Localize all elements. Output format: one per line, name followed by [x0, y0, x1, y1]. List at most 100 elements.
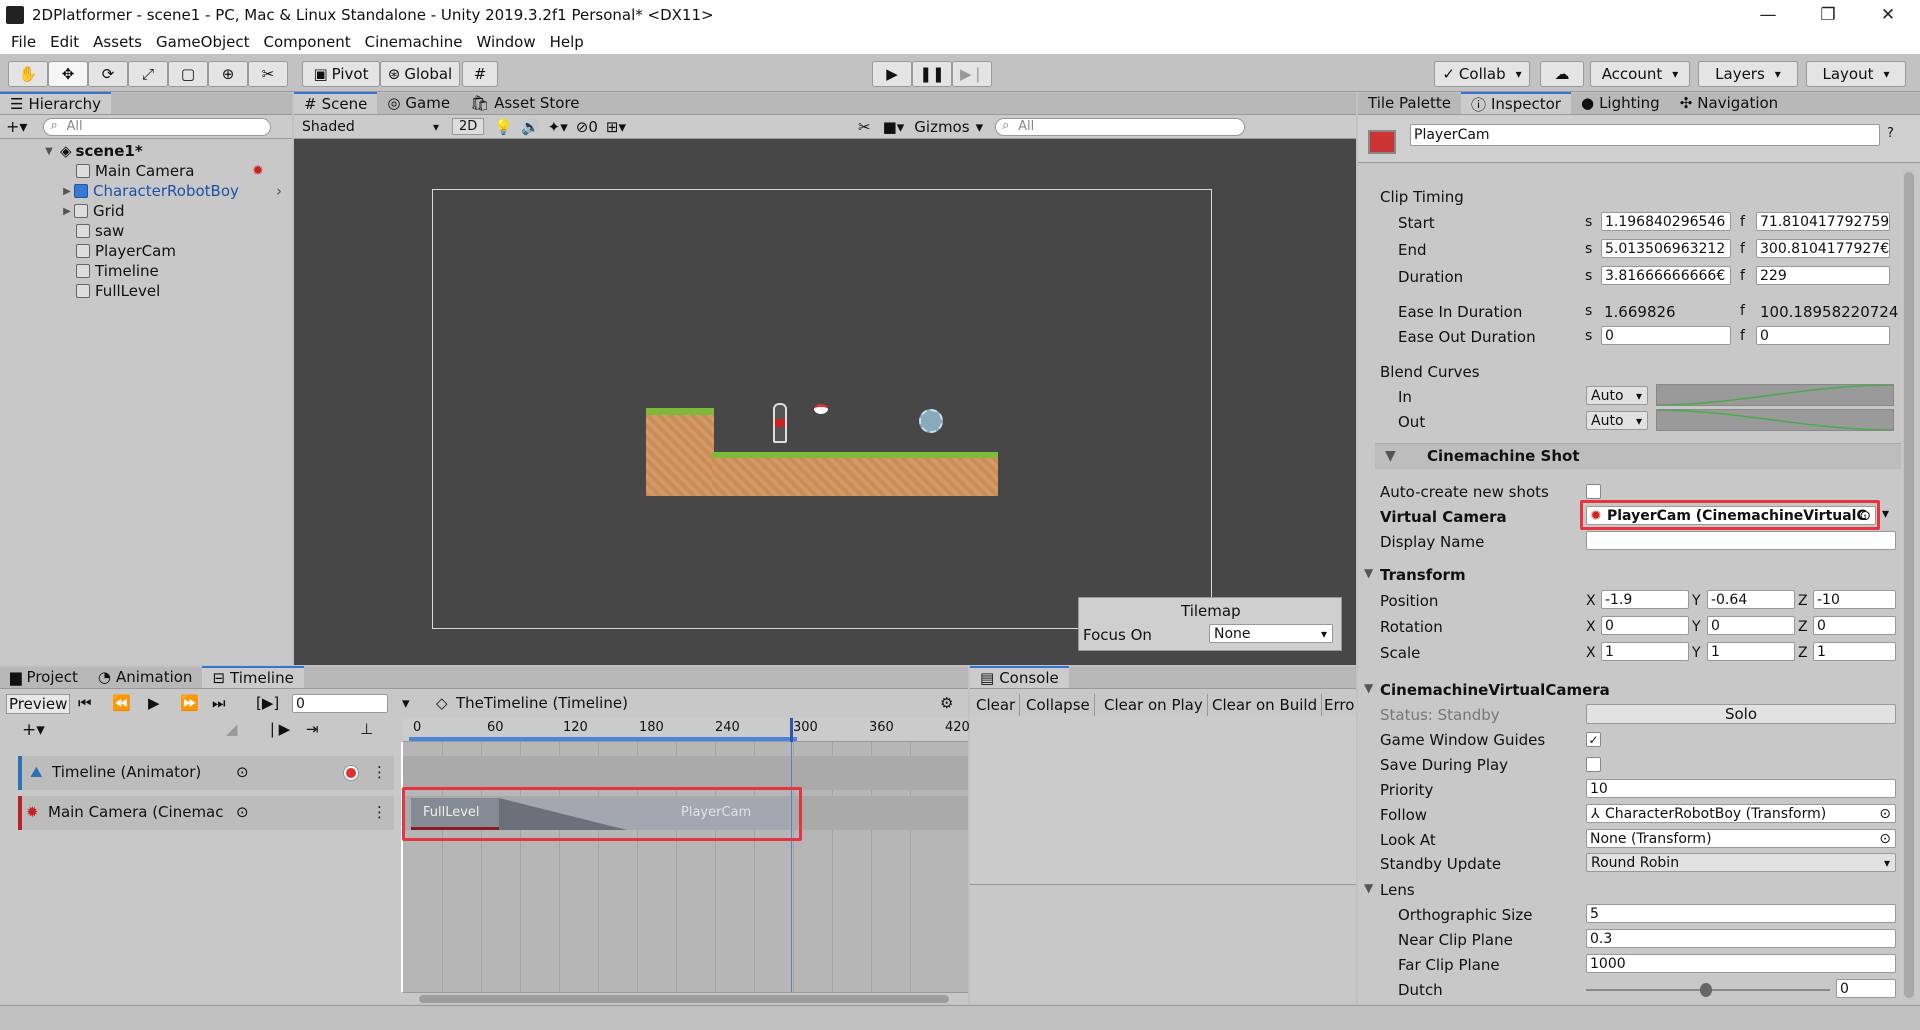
chevron-down-icon[interactable]: ▾: [976, 118, 984, 136]
account-button[interactable]: Account: [1590, 61, 1690, 87]
last-frame-icon[interactable]: ⏭: [212, 694, 226, 712]
chevron-right-icon[interactable]: ›: [276, 182, 282, 200]
play-timeline-icon[interactable]: ▶: [148, 694, 160, 712]
ease-out-frames-field[interactable]: 0: [1756, 326, 1890, 345]
console-log[interactable]: [970, 715, 1356, 885]
track-main-camera[interactable]: ✹ Main Camera (Cinemac ⊙ ⋮: [18, 796, 394, 830]
chevron-down-icon[interactable]: ▾: [1882, 506, 1889, 522]
inspector-scrollbar[interactable]: [1903, 170, 1915, 1000]
playhead[interactable]: [401, 742, 403, 992]
foldout-icon[interactable]: ▼: [1364, 881, 1373, 895]
far-clip-field[interactable]: 1000: [1586, 954, 1896, 973]
cloud-icon[interactable]: ☁: [1540, 61, 1584, 87]
rotation-z-field[interactable]: 0: [1813, 616, 1896, 635]
prev-frame-icon[interactable]: ⏪: [112, 694, 131, 712]
lightbulb-icon[interactable]: 💡: [494, 118, 513, 136]
scrollbar-thumb[interactable]: [419, 995, 949, 1003]
end-seconds-field[interactable]: 5.013506963212: [1601, 239, 1731, 258]
tab-hierarchy[interactable]: ☰ Hierarchy: [0, 92, 111, 114]
tab-tile-palette[interactable]: Tile Palette: [1358, 92, 1461, 114]
menu-assets[interactable]: Assets: [86, 33, 149, 51]
blend-out-dropdown[interactable]: Auto: [1586, 411, 1648, 430]
global-button[interactable]: ⊛ Global: [380, 61, 460, 87]
timeline-tracks-area[interactable]: FullLevel PlayerCam: [401, 742, 968, 992]
rotate-tool-icon[interactable]: ⟳: [88, 61, 128, 87]
hierarchy-item-playercam[interactable]: PlayerCam: [0, 241, 292, 261]
duration-seconds-field[interactable]: 3.81666666666€: [1601, 266, 1731, 285]
hierarchy-item-saw[interactable]: saw: [0, 221, 292, 241]
camera-icon[interactable]: ■▾: [883, 118, 905, 136]
hierarchy-item-grid[interactable]: ▶ Grid: [0, 201, 292, 221]
custom-tool-icon[interactable]: ✂: [248, 61, 288, 87]
hand-tool-icon[interactable]: ✋: [8, 61, 48, 87]
first-frame-icon[interactable]: ⏮: [78, 694, 92, 712]
scene-row[interactable]: ▼ ◈ scene1*: [0, 141, 292, 161]
object-name-field[interactable]: PlayerCam: [1410, 124, 1880, 146]
tools-icon[interactable]: ✂: [858, 118, 871, 136]
track-timeline-animator[interactable]: ⛰ Timeline (Animator) ⊙ ⋮: [18, 756, 394, 790]
scale-tool-icon[interactable]: ⤢: [128, 61, 168, 87]
robot-character[interactable]: [773, 403, 787, 443]
collab-button[interactable]: ✓ Collab: [1434, 61, 1530, 87]
layout-button[interactable]: Layout: [1806, 61, 1906, 87]
menu-file[interactable]: File: [4, 33, 43, 51]
shading-dropdown[interactable]: Shaded: [298, 117, 444, 136]
blend-in-dropdown[interactable]: Auto: [1586, 386, 1648, 405]
minimize-icon[interactable]: —: [1740, 0, 1796, 30]
tab-console[interactable]: ▤ Console: [970, 666, 1069, 688]
add-track-icon[interactable]: +▾: [22, 720, 45, 740]
tab-animation[interactable]: ◔ Animation: [88, 666, 203, 688]
grid-snap-icon[interactable]: #: [462, 61, 498, 87]
ripple-icon[interactable]: ⇥: [306, 720, 319, 738]
audio-icon[interactable]: 🔊: [521, 118, 540, 136]
tab-inspector[interactable]: ⓘ Inspector: [1460, 92, 1571, 114]
console-clear-button[interactable]: Clear: [972, 694, 1021, 716]
console-collapse-button[interactable]: Collapse: [1022, 694, 1095, 716]
menu-help[interactable]: Help: [543, 33, 591, 51]
menu-component[interactable]: Component: [257, 33, 358, 51]
ease-out-seconds-field[interactable]: 0: [1601, 326, 1731, 345]
transform-tool-icon[interactable]: ⊕: [208, 61, 248, 87]
expand-icon[interactable]: ▼: [42, 146, 56, 157]
start-frames-field[interactable]: 71.810417792759: [1756, 212, 1890, 231]
focus-on-dropdown[interactable]: None: [1209, 624, 1333, 643]
2d-toggle[interactable]: 2D: [452, 118, 485, 135]
save-during-play-checkbox[interactable]: [1586, 757, 1601, 772]
restore-icon[interactable]: ❐: [1800, 0, 1856, 30]
add-icon[interactable]: +▾: [6, 117, 27, 136]
position-x-field[interactable]: -1.9: [1601, 590, 1689, 609]
blend-in-curve[interactable]: [1656, 384, 1894, 406]
gear-icon[interactable]: ⚙: [940, 694, 953, 712]
object-picker-icon[interactable]: ⊙: [1879, 831, 1891, 847]
tab-navigation[interactable]: ✣ Navigation: [1670, 92, 1788, 114]
near-clip-field[interactable]: 0.3: [1586, 929, 1896, 948]
menu-window[interactable]: Window: [469, 33, 542, 51]
more-icon[interactable]: ⋮: [372, 803, 387, 821]
eye-slash-icon[interactable]: ⊘: [576, 118, 589, 136]
scale-z-field[interactable]: 1: [1813, 642, 1896, 661]
position-z-field[interactable]: -10: [1813, 590, 1896, 609]
close-icon[interactable]: ✕: [1860, 0, 1916, 30]
hierarchy-item-timeline[interactable]: Timeline: [0, 261, 292, 281]
rotation-y-field[interactable]: 0: [1707, 616, 1795, 635]
scene-search[interactable]: All: [995, 117, 1246, 136]
preview-button[interactable]: Preview: [6, 694, 71, 714]
saw-object[interactable]: [919, 409, 943, 433]
help-icon[interactable]: ?: [1887, 126, 1894, 141]
orthographic-size-field[interactable]: 5: [1586, 904, 1896, 923]
foldout-icon[interactable]: ▼: [1364, 566, 1373, 580]
step-icon[interactable]: ▶❘: [952, 61, 992, 87]
range-end-marker[interactable]: [790, 718, 793, 742]
tab-game[interactable]: ◎ Game: [377, 92, 460, 114]
solo-button[interactable]: Solo: [1586, 704, 1896, 724]
grid-icon[interactable]: ⊞▾: [606, 118, 626, 136]
bird-object[interactable]: [814, 404, 828, 414]
object-picker-icon[interactable]: ⊙: [236, 763, 249, 781]
timeline-scrollbar[interactable]: [403, 992, 968, 1004]
tab-project[interactable]: ▆ Project: [0, 666, 88, 688]
tab-asset-store[interactable]: 🛍 Asset Store: [460, 92, 589, 114]
console-clear-on-play-button[interactable]: Clear on Play: [1100, 694, 1208, 716]
gizmos-dropdown[interactable]: Gizmos: [914, 118, 969, 136]
snap-icon[interactable]: ❘▶: [266, 720, 290, 738]
tab-lighting[interactable]: ● Lighting: [1571, 92, 1670, 114]
